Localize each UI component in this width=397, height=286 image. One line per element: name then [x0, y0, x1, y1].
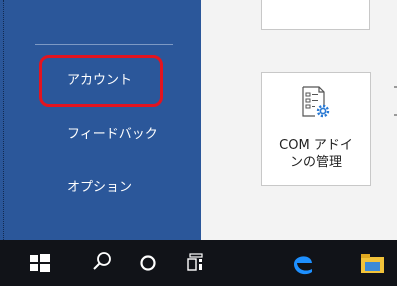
com-addins-label: COM アドイ ンの管理: [279, 138, 353, 170]
sidebar-edge: [3, 0, 4, 240]
cortana-icon[interactable]: [124, 240, 170, 286]
account-highlight-annotation: [39, 55, 163, 107]
option-card[interactable]: [261, 0, 370, 30]
file-explorer-icon[interactable]: [351, 240, 397, 286]
com-addin-icon: [301, 86, 331, 118]
edge-icon[interactable]: [279, 240, 325, 286]
com-addins-button[interactable]: COM アドイ ンの管理: [261, 72, 371, 186]
taskbar: [0, 240, 397, 286]
sidebar-divider: [35, 44, 173, 45]
sidebar-item-feedback[interactable]: フィードバック: [67, 127, 158, 143]
sidebar-item-options[interactable]: オプション: [67, 180, 132, 196]
backstage-sidebar: アカウント フィードバック オプション: [0, 0, 201, 240]
windows-start-icon[interactable]: [17, 240, 63, 286]
content-pane: COM アドイ ンの管理: [201, 0, 397, 240]
task-view-icon[interactable]: [172, 240, 218, 286]
search-icon[interactable]: [78, 240, 124, 286]
